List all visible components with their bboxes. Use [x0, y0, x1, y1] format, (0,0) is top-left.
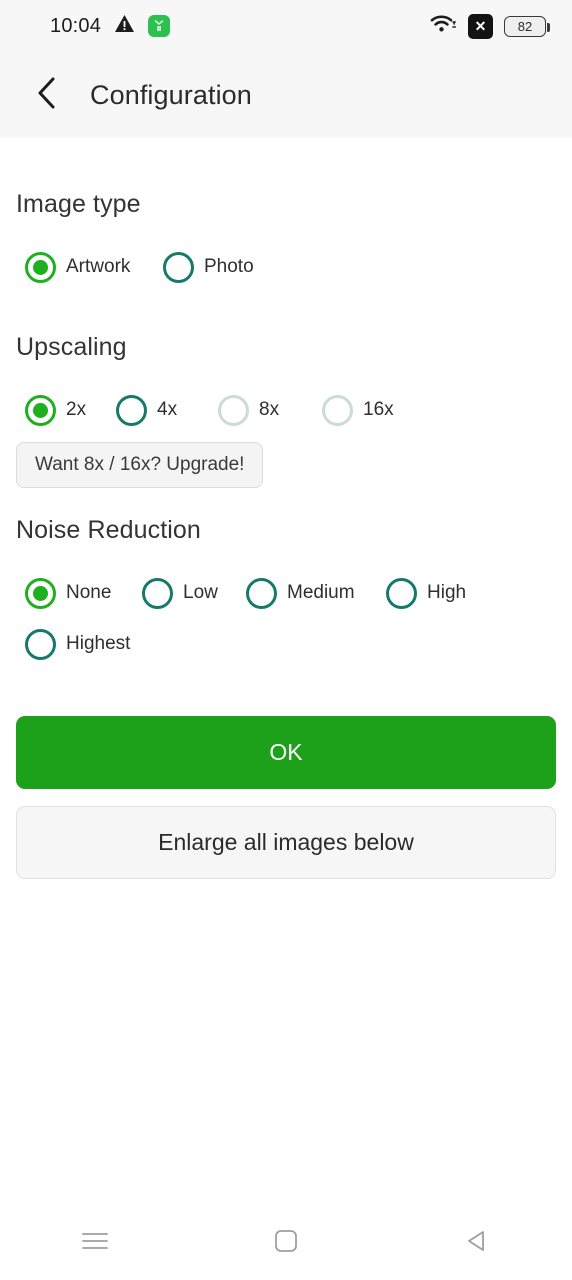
no-sim-icon: ✕	[468, 13, 493, 39]
nav-back-button[interactable]	[437, 1213, 517, 1273]
radio-4x-icon	[116, 394, 147, 426]
upgrade-button[interactable]: Want 8x / 16x? Upgrade!	[16, 442, 264, 488]
radio-label-4x: 4x	[157, 399, 178, 420]
radio-option-highest[interactable]: Highest	[25, 620, 130, 668]
radio-photo-icon	[163, 251, 194, 283]
radio-option-2x[interactable]: 2x	[25, 386, 86, 434]
no-sim-glyph: ✕	[474, 18, 487, 34]
radio-label-8x: 8x	[259, 399, 280, 420]
status-bar: 10:04 ✕ 82	[0, 0, 572, 52]
nav-recents-button[interactable]	[55, 1213, 135, 1273]
settings-content: Image type Artwork Photo Upscaling 2x 4x	[0, 138, 572, 879]
page-title: Configuration	[90, 79, 252, 110]
status-clock: 10:04	[50, 14, 102, 37]
radio-label-none: None	[66, 582, 112, 603]
radio-medium-icon	[246, 577, 277, 609]
radio-high-icon	[386, 577, 417, 609]
radio-option-artwork[interactable]: Artwork	[25, 243, 130, 291]
back-triangle-icon	[465, 1229, 489, 1258]
recents-menu-icon	[81, 1230, 109, 1257]
radio-8x-icon	[218, 394, 249, 426]
radio-option-photo[interactable]: Photo	[163, 243, 254, 291]
back-button[interactable]	[16, 64, 78, 126]
back-chevron-icon	[34, 76, 60, 115]
battery-level-label: 82	[517, 18, 533, 34]
radio-option-low[interactable]: Low	[142, 569, 218, 617]
radio-option-16x[interactable]: 16x	[322, 386, 394, 434]
app-bar: Configuration	[0, 52, 572, 138]
radio-none-icon	[25, 577, 56, 609]
section-title-image-type: Image type	[16, 190, 141, 218]
status-bar-left: 10:04	[50, 14, 171, 38]
home-square-icon	[274, 1229, 298, 1258]
radio-low-icon	[142, 577, 173, 609]
radio-option-medium[interactable]: Medium	[246, 569, 355, 617]
radio-label-high: High	[427, 582, 467, 603]
radio-artwork-icon	[25, 251, 56, 283]
nav-home-button[interactable]	[246, 1213, 326, 1273]
radio-group-noise-reduction: None Low Medium High	[0, 569, 572, 617]
radio-label-artwork: Artwork	[66, 256, 131, 277]
warning-triangle-icon	[114, 14, 135, 38]
radio-label-2x: 2x	[66, 399, 87, 420]
radio-2x-icon	[25, 394, 56, 426]
radio-option-none[interactable]: None	[25, 569, 111, 617]
radio-option-8x[interactable]: 8x	[218, 386, 279, 434]
radio-label-photo: Photo	[204, 256, 254, 277]
radio-group-upscaling: 2x 4x 8x 16x	[0, 386, 572, 434]
wifi-icon	[430, 13, 457, 39]
phone-screen: 10:04 ✕ 82 Configuration Image type Artw…	[0, 0, 572, 1280]
radio-highest-icon	[25, 628, 56, 660]
upgrade-row: Want 8x / 16x? Upgrade!	[0, 442, 572, 488]
status-bar-right: ✕ 82	[430, 13, 550, 39]
section-title-noise-reduction: Noise Reduction	[16, 516, 201, 544]
section-title-upscaling: Upscaling	[16, 333, 127, 361]
radio-option-4x[interactable]: 4x	[116, 386, 177, 434]
battery-indicator: 82	[504, 15, 550, 37]
radio-16x-icon	[322, 394, 353, 426]
green-app-icon	[148, 15, 171, 37]
radio-label-low: Low	[183, 582, 218, 603]
radio-label-medium: Medium	[287, 582, 355, 603]
radio-label-highest: Highest	[66, 633, 131, 654]
radio-group-noise-reduction-second-row: Highest	[0, 620, 572, 668]
android-nav-bar	[0, 1206, 572, 1280]
enlarge-all-images-button[interactable]: Enlarge all images below	[16, 806, 556, 879]
radio-option-high[interactable]: High	[386, 569, 466, 617]
ok-button[interactable]: OK	[16, 716, 556, 789]
radio-label-16x: 16x	[363, 399, 394, 420]
radio-group-image-type: Artwork Photo	[0, 243, 572, 291]
